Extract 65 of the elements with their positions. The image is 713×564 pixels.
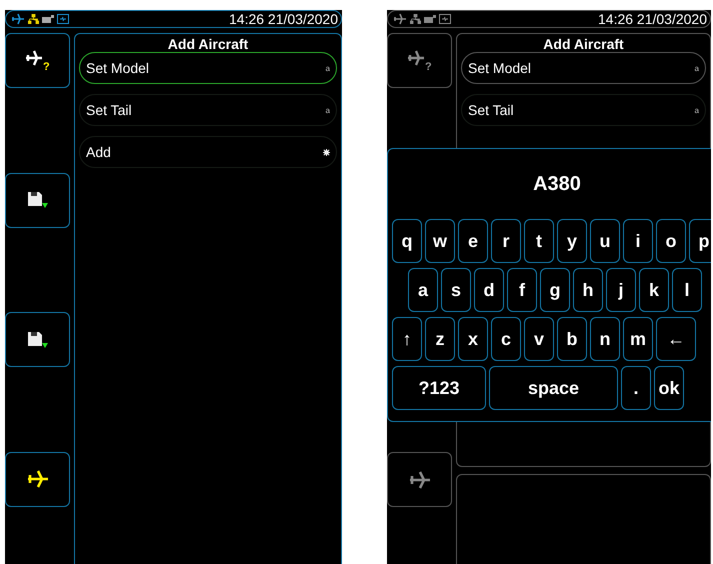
keyboard-key[interactable]: e <box>458 219 488 263</box>
keyboard-key[interactable]: w <box>425 219 455 263</box>
keyboard-key[interactable]: u <box>590 219 620 263</box>
keyboard-key[interactable]: ← <box>656 317 696 361</box>
menu-item[interactable]: Add <box>79 136 337 168</box>
side-button[interactable] <box>5 312 70 368</box>
floppy-disk-icon <box>28 191 48 210</box>
panel-title: Add Aircraft <box>542 36 625 52</box>
menu-item[interactable]: Set Tail a <box>79 94 337 126</box>
side-button[interactable] <box>5 452 70 507</box>
keyboard-key[interactable]: ↑ <box>392 317 422 361</box>
keyboard-key[interactable]: l <box>672 268 702 312</box>
keyboard-key[interactable]: r <box>491 219 521 263</box>
gear-icon <box>323 148 330 156</box>
panel-title: Add Aircraft <box>166 36 250 52</box>
keyboard-key[interactable]: n <box>590 317 620 361</box>
keyboard-key[interactable]: c <box>491 317 521 361</box>
side-button[interactable]: ? <box>5 33 70 88</box>
charging-icon <box>57 14 69 24</box>
keyboard-key[interactable]: f <box>507 268 537 312</box>
plane-icon <box>393 13 407 25</box>
plane-icon <box>26 469 48 490</box>
keyboard-key[interactable]: m <box>623 317 653 361</box>
keyboard-key[interactable]: g <box>540 268 570 312</box>
menu-item[interactable]: Set Model a <box>461 52 706 84</box>
keyboard-key[interactable]: j <box>606 268 636 312</box>
charging-icon <box>439 14 451 24</box>
keyboard-key[interactable]: ?123 <box>392 366 486 410</box>
keyboard-key[interactable]: h <box>573 268 603 312</box>
keyboard-key[interactable]: x <box>458 317 488 361</box>
keyboard-key[interactable]: i <box>623 219 653 263</box>
keyboard-key[interactable]: v <box>524 317 554 361</box>
text-type-marker: a <box>326 64 330 72</box>
text-type-marker: a <box>694 106 699 114</box>
keyboard-key[interactable]: d <box>474 268 504 312</box>
keyboard-key[interactable]: q <box>392 219 422 263</box>
keyboard-key[interactable]: z <box>425 317 455 361</box>
status-time: 14:26 21/03/2020 <box>598 11 707 27</box>
input-value: A380 <box>532 172 582 197</box>
text-type-marker: a <box>326 106 330 114</box>
side-button[interactable]: ? <box>387 33 452 88</box>
status-time: 14:26 21/03/2020 <box>229 11 338 27</box>
side-button[interactable] <box>5 172 70 228</box>
keyboard-key[interactable]: o <box>656 219 686 263</box>
text-type-marker: a <box>694 64 699 72</box>
network-icon <box>410 14 421 24</box>
keyboard-key[interactable]: t <box>524 219 554 263</box>
keyboard-key[interactable]: ok <box>654 366 684 410</box>
keyboard-key[interactable]: k <box>639 268 669 312</box>
network-icon <box>28 14 39 24</box>
keyboard-key[interactable]: y <box>557 219 587 263</box>
battery-icon <box>42 15 54 23</box>
keyboard-key[interactable]: a <box>408 268 438 312</box>
menu-item[interactable]: Set Model a <box>79 52 337 84</box>
keyboard-key[interactable]: . <box>621 366 651 410</box>
keyboard-key[interactable]: b <box>557 317 587 361</box>
keyboard-key[interactable]: p <box>689 219 711 263</box>
menu-item[interactable]: Set Tail a <box>461 94 706 126</box>
floppy-disk-icon <box>28 330 48 349</box>
keyboard-key[interactable]: space <box>489 366 618 410</box>
keyboard-key[interactable]: s <box>441 268 471 312</box>
plane-icon <box>408 470 430 490</box>
side-button[interactable] <box>387 452 452 507</box>
plane-icon <box>11 13 25 25</box>
battery-icon <box>424 15 436 23</box>
